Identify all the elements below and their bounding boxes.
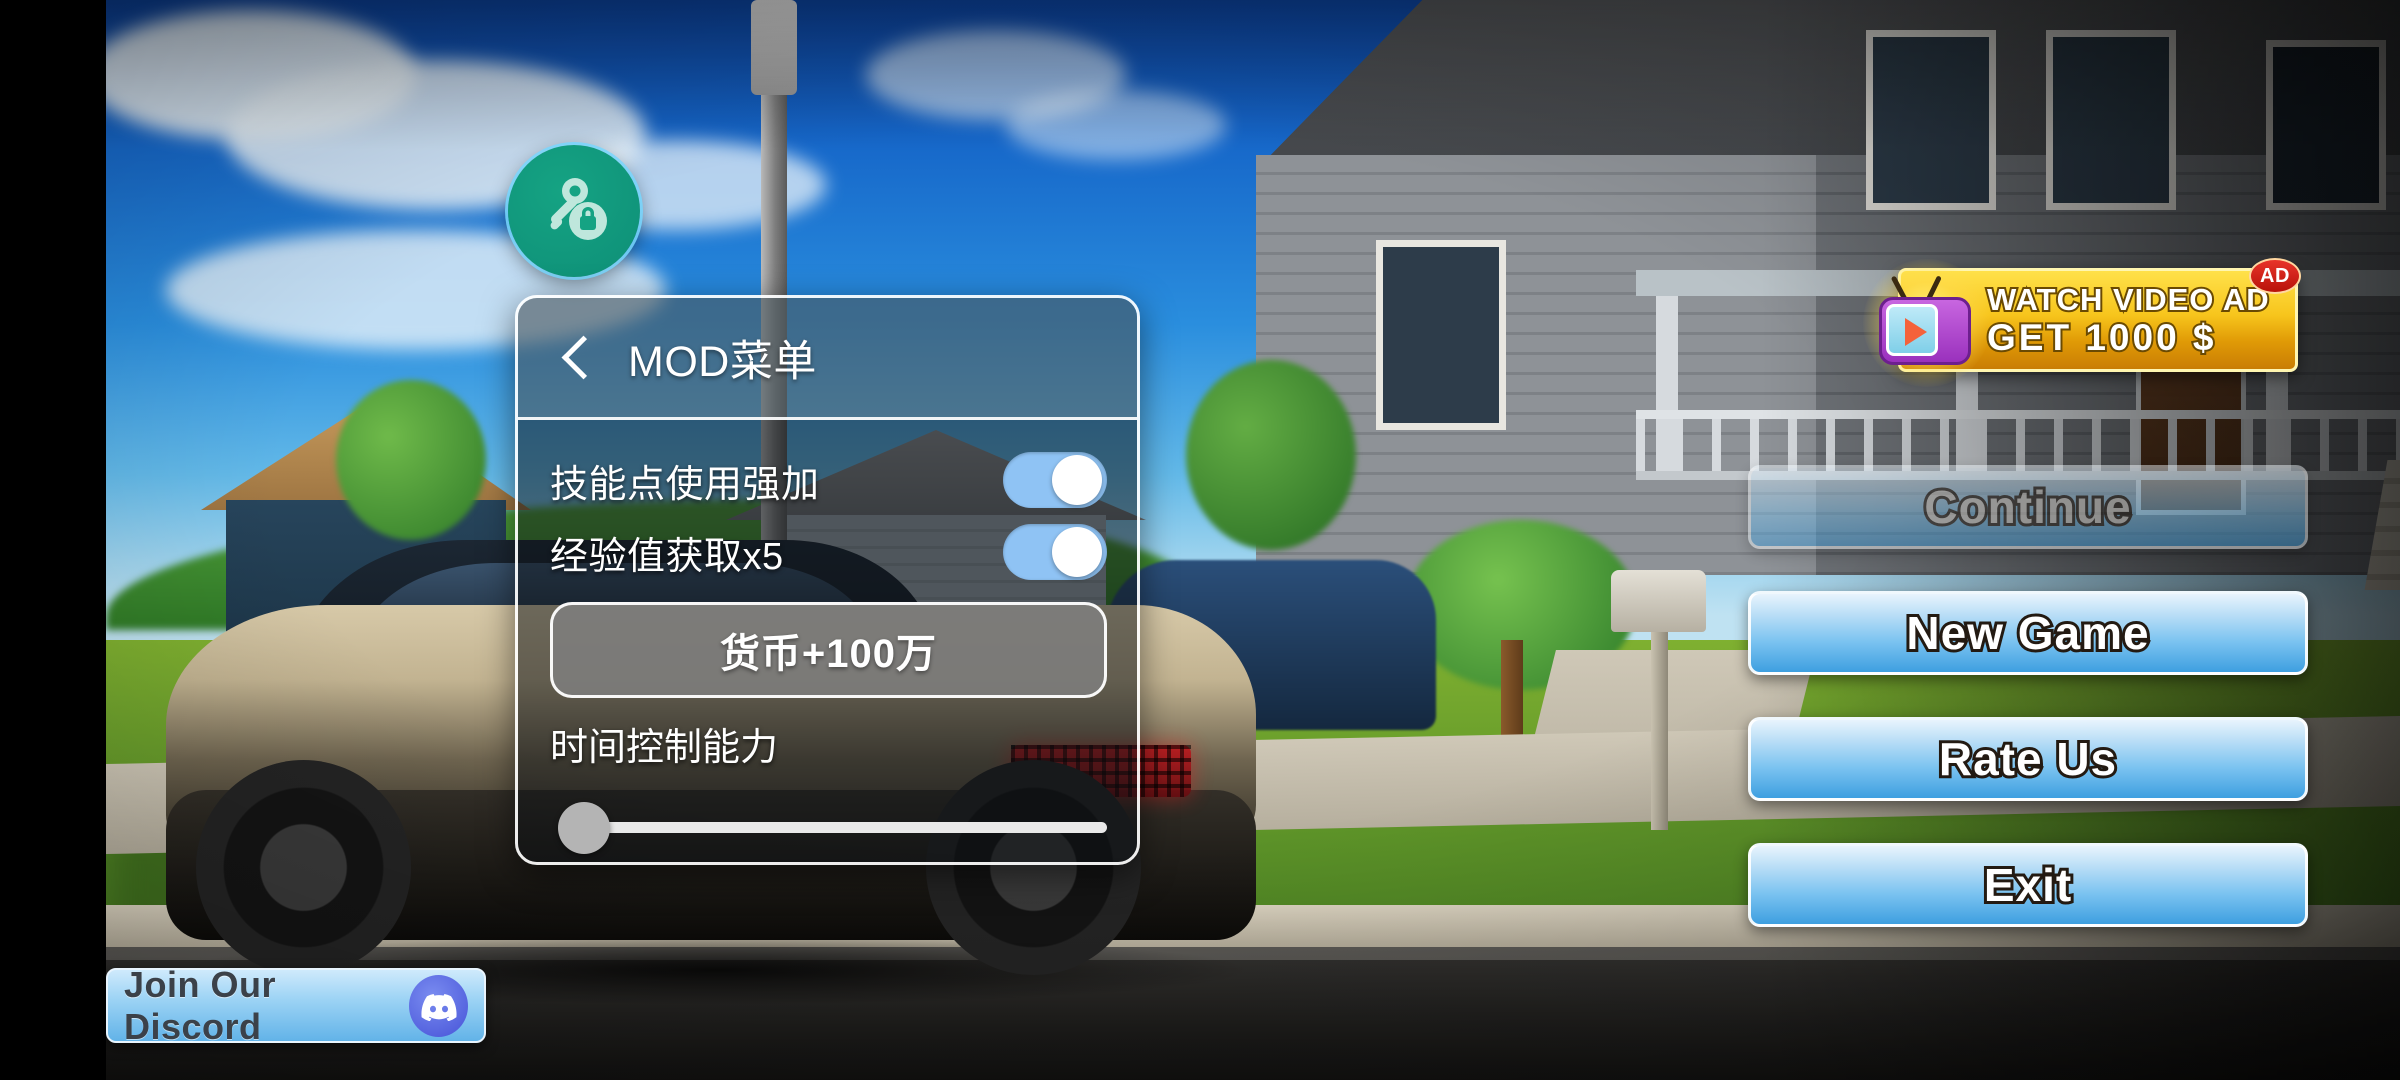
continue-button-label: Continue [1921,478,2133,536]
mod-menu-header: MOD菜单 [518,298,1137,420]
key-lock-icon [550,178,607,240]
main-menu: Continue New Game Rate Us Exit [1748,465,2308,969]
exit-button-label: Exit [1981,856,2074,914]
watch-video-ad-button[interactable]: WATCH VIDEO AD GET 1000 $ AD [1863,258,2301,387]
game-screen: MOD菜单 技能点使用强加 经验值获取x5 货币+100万 时间控制能力 WAT… [0,0,2400,1080]
ad-badge: AD [2249,258,2301,294]
mod-menu-panel: MOD菜单 技能点使用强加 经验值获取x5 货币+100万 时间控制能力 [515,295,1140,865]
discord-glyph [421,993,457,1021]
tv-play-icon [1875,275,1973,365]
slider-thumb[interactable] [558,802,610,854]
add-currency-button[interactable]: 货币+100万 [550,602,1107,698]
play-triangle-icon [1905,318,1927,346]
mod-toggle-label: 经验值获取x5 [550,535,784,578]
mod-menu-floating-button[interactable] [508,145,640,277]
slider-track [596,822,1107,833]
utility-pole-box [751,0,797,95]
skill-point-boost-toggle[interactable] [1003,452,1107,508]
join-discord-label: Join Our Discord [124,963,277,1047]
mod-toggle-row: 经验值获取x5 [550,516,1107,588]
mailbox-post [1651,625,1668,830]
toggle-knob [1052,527,1102,577]
house-roof [1256,0,2400,170]
continue-button[interactable]: Continue [1748,465,2308,549]
new-game-button-label: New Game [1903,604,2151,662]
house-window [2266,40,2386,210]
mod-menu-title: MOD菜单 [628,337,817,386]
back-chevron-icon[interactable] [552,335,598,381]
house-window [1866,30,1996,210]
car-wheel [196,760,411,975]
toggle-knob [1052,455,1102,505]
ad-text-block: WATCH VIDEO AD GET 1000 $ [1985,282,2271,358]
discord-logo-icon [409,974,468,1037]
mailbox [1611,570,1706,632]
rate-us-button[interactable]: Rate Us [1748,717,2308,801]
rate-us-button-label: Rate Us [1936,730,2119,788]
ad-headline: WATCH VIDEO AD [1985,282,2271,317]
house-window [1376,240,1506,430]
house-window [2046,30,2176,210]
ad-reward: GET 1000 $ [1985,317,2217,358]
mod-toggle-label: 技能点使用强加 [550,463,820,506]
cloud [1006,90,1226,160]
exit-button[interactable]: Exit [1748,843,2308,927]
time-control-slider[interactable] [550,797,1107,857]
mod-toggle-row: 技能点使用强加 [550,444,1107,516]
join-discord-button[interactable]: Join Our Discord [106,964,486,1047]
time-control-label: 时间控制能力 [550,727,779,769]
tree [1186,360,1356,550]
tree [336,380,486,540]
mod-menu-body: 技能点使用强加 经验值获取x5 货币+100万 时间控制能力 [518,420,1137,862]
exp-multiplier-toggle[interactable] [1003,524,1107,580]
new-game-button[interactable]: New Game [1748,591,2308,675]
letterbox-left [0,0,106,1080]
